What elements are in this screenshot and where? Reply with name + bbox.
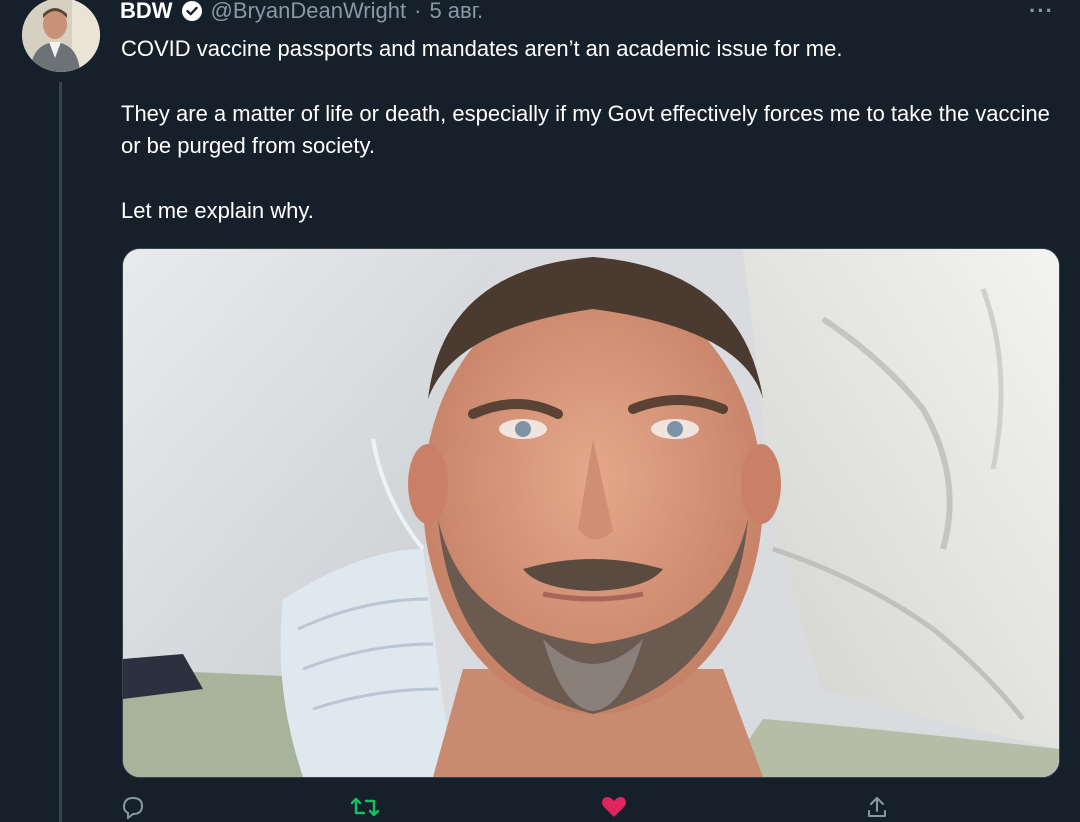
reply-button[interactable] <box>120 795 146 819</box>
like-button[interactable] <box>600 795 628 819</box>
tweet-paragraph: Let me explain why. <box>121 198 314 223</box>
more-options-icon[interactable]: ··· <box>1029 0 1054 24</box>
share-icon <box>865 795 889 819</box>
separator-dot: · <box>414 0 422 23</box>
tweet-actions <box>120 792 1000 822</box>
retweet-icon <box>350 795 380 819</box>
tweet-text: COVID vaccine passports and mandates are… <box>121 33 1051 227</box>
tweet-paragraph: They are a matter of life or death, espe… <box>121 101 1050 158</box>
avatar[interactable] <box>22 0 100 72</box>
display-name[interactable]: BDW <box>120 0 173 24</box>
share-button[interactable] <box>865 795 889 819</box>
heart-icon <box>600 795 628 819</box>
user-handle[interactable]: @BryanDeanWright <box>211 0 407 24</box>
reply-icon <box>120 795 146 819</box>
tweet-photo[interactable] <box>122 248 1060 778</box>
thread-line <box>59 82 62 822</box>
verified-badge-icon <box>181 0 203 22</box>
tweet-header: BDW @BryanDeanWright · 5 авг. <box>120 0 483 26</box>
tweet-paragraph: COVID vaccine passports and mandates are… <box>121 36 843 61</box>
retweet-button[interactable] <box>350 795 380 819</box>
tweet-date[interactable]: 5 авг. <box>429 0 483 24</box>
